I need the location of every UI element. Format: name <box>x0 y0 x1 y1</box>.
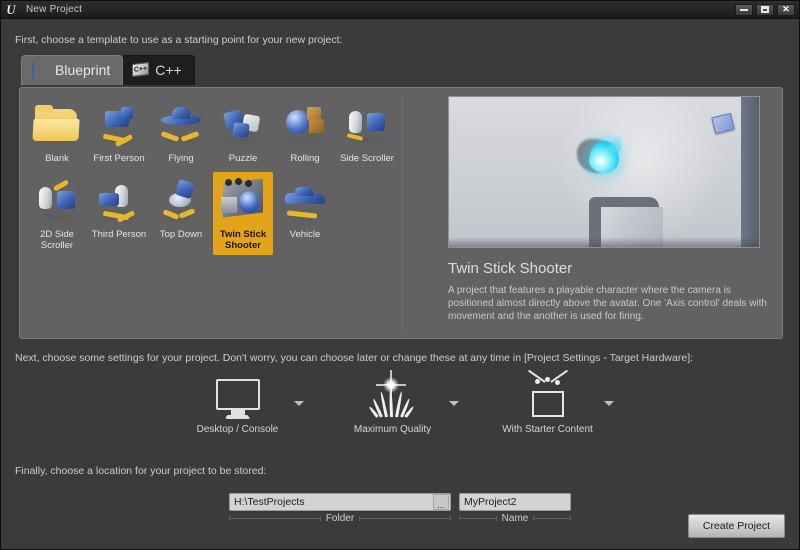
template-tile-label: Rolling <box>290 153 320 164</box>
template-tile-label: Side Scroller <box>340 153 394 164</box>
template-tile-flying-ufo[interactable]: Flying <box>151 96 211 168</box>
template-tile-label: 2D Side Scroller <box>40 229 74 251</box>
template-tile-label: Vehicle <box>289 229 321 240</box>
name-field[interactable] <box>459 493 603 511</box>
minimize-button[interactable] <box>735 3 753 16</box>
setting-starter-content[interactable]: With Starter Content <box>497 369 614 435</box>
template-tile-label: Twin Stick Shooter <box>219 229 267 251</box>
template-tile-label: Third Person <box>91 229 147 240</box>
2d-side-scroller-icon <box>31 175 83 227</box>
template-tile-puzzle-pieces[interactable]: Puzzle <box>213 96 273 168</box>
template-preview-image <box>448 96 760 248</box>
preview-pickup-icon <box>711 112 735 135</box>
template-tile-blank-folder[interactable]: Blank <box>27 96 87 168</box>
folder-field-group: ... Folder <box>229 493 452 524</box>
puzzle-pieces-icon <box>217 99 269 151</box>
setting-quality-label: Maximum Quality <box>353 424 432 435</box>
template-tile-vehicle-car[interactable]: Vehicle <box>275 172 335 255</box>
setting-starter-content-label: With Starter Content <box>502 424 593 435</box>
unreal-engine-logo-icon: U <box>6 1 16 17</box>
twin-stick-shooter-icon <box>217 175 269 227</box>
instruction-step-2: Next, choose some settings for your proj… <box>15 352 694 364</box>
chevron-down-icon[interactable] <box>603 401 614 406</box>
template-tile-first-person[interactable]: First Person <box>89 96 149 168</box>
preview-projectile-icon <box>589 141 619 173</box>
chevron-down-icon[interactable] <box>448 401 459 406</box>
monitor-icon <box>211 377 265 421</box>
template-tile-top-down[interactable]: Top Down <box>151 172 211 255</box>
window-controls: ✕ <box>735 3 799 16</box>
cpp-card-icon: C++ <box>132 61 150 78</box>
tab-blueprint-label: Blueprint <box>55 62 111 78</box>
setting-target-hardware[interactable]: Desktop / Console <box>187 377 304 435</box>
close-button[interactable]: ✕ <box>777 3 795 16</box>
name-caption-group: Name <box>459 513 571 524</box>
title-bar: U New Project ✕ <box>1 1 799 19</box>
preview-wall <box>741 97 759 247</box>
project-location-row: ... Folder Name <box>1 493 799 524</box>
starter-content-box-icon <box>521 369 575 421</box>
grass-sun-icon <box>366 377 420 421</box>
flying-ufo-icon <box>155 99 207 151</box>
preview-description: A project that features a playable chara… <box>448 285 767 322</box>
template-tile-label: First Person <box>93 153 145 164</box>
name-field-group: Name <box>459 493 603 524</box>
preview-floor-shade <box>449 237 759 247</box>
first-person-icon <box>93 99 145 151</box>
name-caption: Name <box>501 513 529 524</box>
template-tile-label: Puzzle <box>228 153 258 164</box>
instruction-step-1: First, choose a template to use as a sta… <box>15 34 343 46</box>
template-category-tabs: Blueprint C++ C++ <box>21 55 195 85</box>
blueprint-book-icon <box>32 61 49 80</box>
new-project-dialog: U New Project ✕ First, choose a template… <box>0 0 800 550</box>
template-tile-third-person[interactable]: Third Person <box>89 172 149 255</box>
project-settings-row: Desktop / Console Maximum Quality With S… <box>1 369 799 435</box>
folder-caption: Folder <box>325 513 355 524</box>
tab-cpp[interactable]: C++ C++ <box>121 55 195 85</box>
template-tile-label: Blank <box>45 153 69 164</box>
template-tile-label: Flying <box>168 153 194 164</box>
tab-blueprint[interactable]: Blueprint <box>21 55 124 85</box>
preview-title: Twin Stick Shooter <box>448 260 573 277</box>
vehicle-car-icon <box>279 175 331 227</box>
browse-folder-button[interactable]: ... <box>433 494 449 510</box>
setting-target-hardware-label: Desktop / Console <box>196 424 279 435</box>
template-tile-label: Top Down <box>159 229 203 240</box>
folder-input[interactable] <box>230 494 433 510</box>
folder-caption-group: Folder <box>229 513 452 524</box>
create-project-button[interactable]: Create Project <box>687 514 785 538</box>
project-name-input[interactable] <box>460 494 603 510</box>
side-scroller-icon <box>341 99 393 151</box>
rolling-ball-icon <box>279 99 331 151</box>
template-tile-side-scroller[interactable]: Side Scroller <box>337 96 397 168</box>
template-tile-twin-stick-shooter[interactable]: Twin Stick Shooter <box>213 172 273 255</box>
maximize-button[interactable] <box>756 3 774 16</box>
panel-divider <box>402 92 403 334</box>
tab-cpp-label: C++ <box>155 62 182 78</box>
instruction-step-3: Finally, choose a location for your proj… <box>15 465 267 477</box>
folder-field[interactable]: ... <box>229 493 451 511</box>
chevron-down-icon[interactable] <box>293 401 304 406</box>
setting-quality[interactable]: Maximum Quality <box>342 377 459 435</box>
template-tile-rolling-ball[interactable]: Rolling <box>275 96 335 168</box>
window-title: New Project <box>26 4 83 15</box>
top-down-icon <box>155 175 207 227</box>
template-panel: Blank First Person Flying Puzzle Rolling Side… <box>19 87 783 339</box>
template-grid: Blank First Person Flying Puzzle Rolling Side… <box>26 94 400 257</box>
template-tile-2d-side-scroller[interactable]: 2D Side Scroller <box>27 172 87 255</box>
blank-folder-icon <box>31 99 83 151</box>
third-person-icon <box>93 175 145 227</box>
